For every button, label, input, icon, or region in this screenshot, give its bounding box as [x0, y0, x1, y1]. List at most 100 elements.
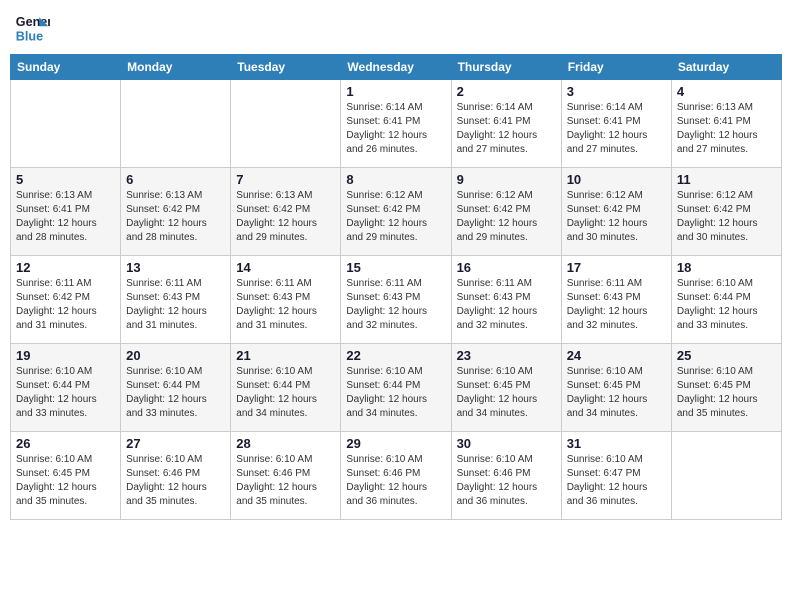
day-number: 23	[457, 348, 556, 363]
day-info: Sunrise: 6:13 AMSunset: 6:41 PMDaylight:…	[677, 101, 776, 157]
day-cell: 7Sunrise: 6:13 AMSunset: 6:42 PMDaylight…	[231, 168, 341, 256]
day-cell: 3 Sunrise: 6:14 AMSunset: 6:41 PMDaylight…	[561, 80, 671, 168]
day-number: 1	[346, 84, 445, 99]
header-wednesday: Wednesday	[341, 55, 451, 80]
day-info: Sunrise: 6:12 AMSunset: 6:42 PMDaylight:…	[567, 189, 666, 245]
day-cell: 2Sunrise: 6:14 AMSunset: 6:41 PMDaylight…	[451, 80, 561, 168]
day-cell: 28 Sunrise: 6:10 AMSunset: 6:46 PMDayligh…	[231, 432, 341, 520]
day-cell: 30Sunrise: 6:10 AMSunset: 6:46 PMDayligh…	[451, 432, 561, 520]
day-number: 3	[567, 84, 666, 99]
day-cell: 9 Sunrise: 6:12 AMSunset: 6:42 PMDaylight…	[451, 168, 561, 256]
day-cell: 10Sunrise: 6:12 AMSunset: 6:42 PMDayligh…	[561, 168, 671, 256]
day-cell: 24 Sunrise: 6:10 AMSunset: 6:45 PMDayligh…	[561, 344, 671, 432]
day-number: 19	[16, 348, 115, 363]
day-info: Sunrise: 6:10 AMSunset: 6:44 PMDaylight:…	[126, 365, 225, 421]
day-number: 24	[567, 348, 666, 363]
day-number: 15	[346, 260, 445, 275]
day-cell: 21 Sunrise: 6:10 AMSunset: 6:44 PMDayligh…	[231, 344, 341, 432]
day-cell: 8 Sunrise: 6:12 AMSunset: 6:42 PMDaylight…	[341, 168, 451, 256]
day-info: Sunrise: 6:12 AMSunset: 6:42 PMDaylight:…	[457, 189, 556, 245]
day-info: Sunrise: 6:14 AMSunset: 6:41 PMDaylight:…	[567, 101, 666, 157]
day-number: 22	[346, 348, 445, 363]
day-cell: 13Sunrise: 6:11 AMSunset: 6:43 PMDayligh…	[121, 256, 231, 344]
header-sunday: Sunday	[11, 55, 121, 80]
day-cell: 20 Sunrise: 6:10 AMSunset: 6:44 PMDayligh…	[121, 344, 231, 432]
day-cell: 25Sunrise: 6:10 AMSunset: 6:45 PMDayligh…	[671, 344, 781, 432]
day-cell: 1 Sunrise: 6:14 AMSunset: 6:41 PMDaylight…	[341, 80, 451, 168]
day-number: 6	[126, 172, 225, 187]
day-cell	[231, 80, 341, 168]
day-number: 14	[236, 260, 335, 275]
day-number: 12	[16, 260, 115, 275]
day-cell: 16 Sunrise: 6:11 AMSunset: 6:43 PMDayligh…	[451, 256, 561, 344]
day-info: Sunrise: 6:13 AMSunset: 6:42 PMDaylight:…	[236, 189, 335, 245]
day-cell: 5Sunrise: 6:13 AMSunset: 6:41 PMDaylight…	[11, 168, 121, 256]
day-cell: 15 Sunrise: 6:11 AMSunset: 6:43 PMDayligh…	[341, 256, 451, 344]
day-info: Sunrise: 6:10 AMSunset: 6:46 PMDaylight:…	[346, 453, 445, 509]
day-info: Sunrise: 6:11 AMSunset: 6:42 PMDaylight:…	[16, 277, 115, 333]
day-number: 31	[567, 436, 666, 451]
day-number: 25	[677, 348, 776, 363]
header-monday: Monday	[121, 55, 231, 80]
header-saturday: Saturday	[671, 55, 781, 80]
day-number: 21	[236, 348, 335, 363]
day-cell: 19 Sunrise: 6:10 AMSunset: 6:44 PMDayligh…	[11, 344, 121, 432]
day-number: 20	[126, 348, 225, 363]
header-tuesday: Tuesday	[231, 55, 341, 80]
day-number: 26	[16, 436, 115, 451]
day-number: 29	[346, 436, 445, 451]
day-info: Sunrise: 6:14 AMSunset: 6:41 PMDaylight:…	[346, 101, 445, 157]
day-number: 30	[457, 436, 556, 451]
svg-text:General: General	[16, 15, 50, 29]
week-row-1: 5Sunrise: 6:13 AMSunset: 6:41 PMDaylight…	[11, 168, 782, 256]
day-number: 9	[457, 172, 556, 187]
day-cell: 4 Sunrise: 6:13 AMSunset: 6:41 PMDaylight…	[671, 80, 781, 168]
day-info: Sunrise: 6:10 AMSunset: 6:44 PMDaylight:…	[16, 365, 115, 421]
day-cell: 17 Sunrise: 6:11 AMSunset: 6:43 PMDayligh…	[561, 256, 671, 344]
day-number: 4	[677, 84, 776, 99]
day-info: Sunrise: 6:11 AMSunset: 6:43 PMDaylight:…	[346, 277, 445, 333]
day-number: 16	[457, 260, 556, 275]
page-header: General Blue	[10, 10, 782, 46]
day-number: 27	[126, 436, 225, 451]
day-info: Sunrise: 6:10 AMSunset: 6:46 PMDaylight:…	[126, 453, 225, 509]
day-cell: 22Sunrise: 6:10 AMSunset: 6:44 PMDayligh…	[341, 344, 451, 432]
day-info: Sunrise: 6:11 AMSunset: 6:43 PMDaylight:…	[457, 277, 556, 333]
day-info: Sunrise: 6:11 AMSunset: 6:43 PMDaylight:…	[567, 277, 666, 333]
day-info: Sunrise: 6:10 AMSunset: 6:47 PMDaylight:…	[567, 453, 666, 509]
logo: General Blue	[14, 10, 50, 46]
week-row-0: 1 Sunrise: 6:14 AMSunset: 6:41 PMDaylight…	[11, 80, 782, 168]
day-info: Sunrise: 6:10 AMSunset: 6:44 PMDaylight:…	[677, 277, 776, 333]
day-cell: 26 Sunrise: 6:10 AMSunset: 6:45 PMDayligh…	[11, 432, 121, 520]
day-number: 2	[457, 84, 556, 99]
header-friday: Friday	[561, 55, 671, 80]
day-number: 28	[236, 436, 335, 451]
svg-text:Blue: Blue	[16, 30, 43, 44]
day-cell: 6 Sunrise: 6:13 AMSunset: 6:42 PMDaylight…	[121, 168, 231, 256]
day-number: 11	[677, 172, 776, 187]
week-row-3: 19 Sunrise: 6:10 AMSunset: 6:44 PMDayligh…	[11, 344, 782, 432]
day-info: Sunrise: 6:12 AMSunset: 6:42 PMDaylight:…	[677, 189, 776, 245]
day-info: Sunrise: 6:13 AMSunset: 6:42 PMDaylight:…	[126, 189, 225, 245]
day-cell	[121, 80, 231, 168]
day-info: Sunrise: 6:10 AMSunset: 6:46 PMDaylight:…	[236, 453, 335, 509]
day-cell: 31 Sunrise: 6:10 AMSunset: 6:47 PMDayligh…	[561, 432, 671, 520]
week-row-4: 26 Sunrise: 6:10 AMSunset: 6:45 PMDayligh…	[11, 432, 782, 520]
day-cell: 18Sunrise: 6:10 AMSunset: 6:44 PMDayligh…	[671, 256, 781, 344]
day-info: Sunrise: 6:10 AMSunset: 6:44 PMDaylight:…	[236, 365, 335, 421]
day-cell	[11, 80, 121, 168]
day-info: Sunrise: 6:10 AMSunset: 6:45 PMDaylight:…	[567, 365, 666, 421]
day-cell: 23 Sunrise: 6:10 AMSunset: 6:45 PMDayligh…	[451, 344, 561, 432]
day-info: Sunrise: 6:12 AMSunset: 6:42 PMDaylight:…	[346, 189, 445, 245]
day-info: Sunrise: 6:10 AMSunset: 6:45 PMDaylight:…	[16, 453, 115, 509]
day-info: Sunrise: 6:10 AMSunset: 6:45 PMDaylight:…	[457, 365, 556, 421]
day-number: 8	[346, 172, 445, 187]
logo-icon: General Blue	[14, 10, 50, 46]
day-cell: 12 Sunrise: 6:11 AMSunset: 6:42 PMDayligh…	[11, 256, 121, 344]
day-info: Sunrise: 6:11 AMSunset: 6:43 PMDaylight:…	[126, 277, 225, 333]
week-row-2: 12 Sunrise: 6:11 AMSunset: 6:42 PMDayligh…	[11, 256, 782, 344]
header-thursday: Thursday	[451, 55, 561, 80]
day-info: Sunrise: 6:11 AMSunset: 6:43 PMDaylight:…	[236, 277, 335, 333]
day-number: 17	[567, 260, 666, 275]
day-cell	[671, 432, 781, 520]
